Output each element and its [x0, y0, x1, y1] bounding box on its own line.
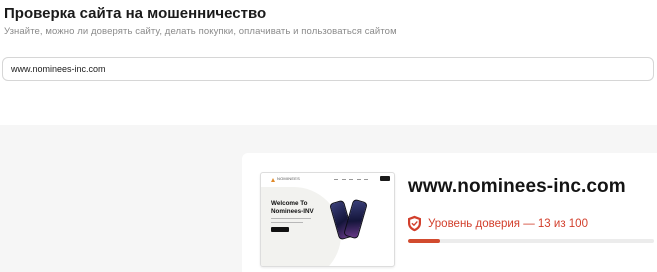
preview-nav-links: [334, 178, 372, 197]
preview-navbar: NOMINEES: [261, 173, 394, 187]
preview-cta-button: [271, 227, 289, 232]
page-subtitle: Узнайте, можно ли доверять сайту, делать…: [4, 26, 397, 37]
preview-logo-text: NOMINEES: [277, 176, 300, 181]
page-title: Проверка сайта на мошенничество: [4, 5, 267, 22]
trust-level-row: Уровень доверия — 13 из 100: [407, 215, 588, 232]
site-preview-screenshot[interactable]: NOMINEES Welcome To Nominees-INV: [260, 172, 395, 267]
result-domain: www.nominees-inc.com: [408, 176, 626, 197]
preview-nav-button: [380, 176, 390, 181]
preview-text-line: [271, 218, 311, 220]
preview-phone-image: [343, 198, 368, 240]
site-url-input[interactable]: [2, 57, 654, 81]
trust-progress-fill: [408, 239, 440, 243]
preview-heading-line-2: Nominees-INV: [271, 207, 314, 215]
trust-level-label: Уровень доверия — 13 из 100: [428, 217, 588, 230]
shield-check-icon: [408, 215, 421, 232]
preview-heading: Welcome To Nominees-INV: [271, 200, 314, 216]
preview-text-line: [271, 221, 303, 223]
preview-heading-line-1: Welcome To: [271, 200, 308, 207]
preview-logo-icon: [271, 178, 275, 182]
trust-progress-bar: [408, 239, 654, 243]
